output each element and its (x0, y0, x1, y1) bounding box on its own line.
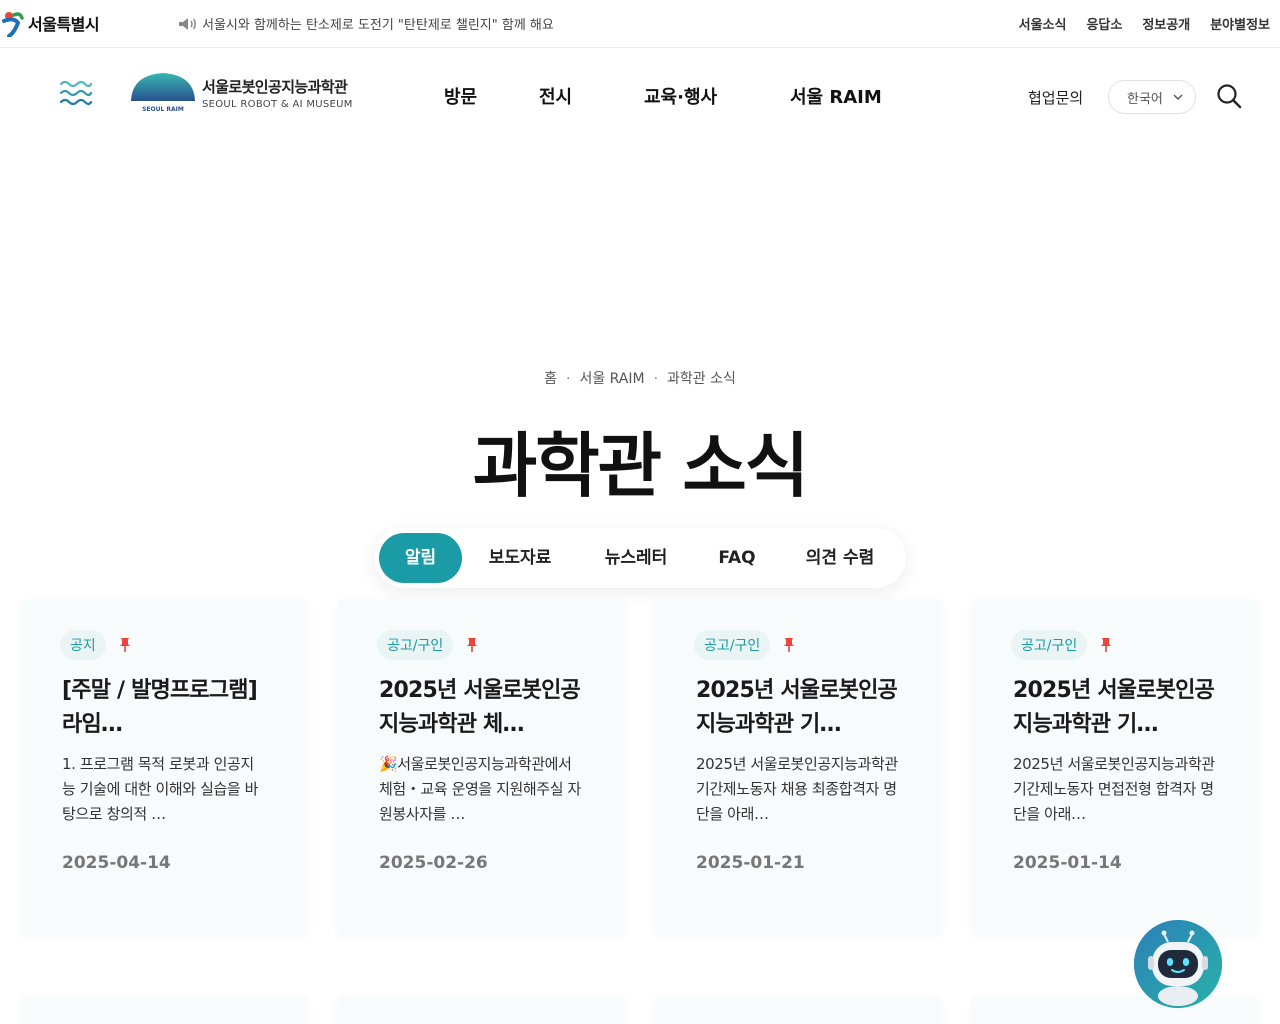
pin-icon (1101, 638, 1112, 652)
nav-seoul-raim[interactable]: 서울 RAIM (790, 83, 882, 109)
news-card[interactable]: 공고/구인 2025년 서울로봇인공지능과학관 기… 2025년 서울로봇인공지… (972, 600, 1258, 934)
util-link-info-disclosure[interactable]: 정보공개 (1142, 14, 1190, 33)
chatbot-button[interactable] (1134, 920, 1222, 1008)
nav-visit[interactable]: 방문 (444, 83, 477, 109)
news-card[interactable]: 공고/구인 2025년 서울로봇인공지능과학관 체… 🎉서울로봇인공지능과학관에… (338, 600, 624, 934)
category-badge: 공지 (60, 630, 106, 660)
tab-feedback[interactable]: 의견 수렴 (794, 533, 886, 583)
tab-press[interactable]: 보도자료 (474, 533, 566, 583)
museum-name-ko: 서울로봇인공지능과학관 (202, 78, 348, 96)
notice-banner[interactable]: 서울시와 함께하는 탄소제로 도전기 "탄탄제로 챌린지" 함께 해요 (178, 14, 554, 33)
museum-logo[interactable]: SEOUL RAIM 서울로봇인공지능과학관 SEOUL ROBOT & AI … (130, 71, 353, 115)
util-link-response[interactable]: 응답소 (1086, 14, 1122, 33)
utility-bar: 서울특별시 서울시와 함께하는 탄소제로 도전기 "탄탄제로 챌린지" 함께 해… (0, 0, 1280, 48)
partnership-inquiry-link[interactable]: 협업문의 (1028, 87, 1083, 108)
news-card[interactable] (338, 996, 624, 1024)
util-link-seoul-news[interactable]: 서울소식 (1019, 14, 1067, 33)
page-title: 과학관 소식 (472, 425, 809, 507)
tab-newsletter[interactable]: 뉴스레터 (590, 533, 682, 583)
language-select[interactable]: 한국어 (1108, 80, 1196, 114)
news-card[interactable] (655, 996, 941, 1024)
news-card[interactable]: 공지 [주말 / 발명프로그램] 라임… 1. 프로그램 목적 로봇과 인공지능… (21, 600, 307, 934)
category-tabs: 알림 보도자료 뉴스레터 FAQ 의견 수렴 (374, 528, 906, 588)
tab-faq[interactable]: FAQ (704, 533, 770, 583)
speaker-icon (179, 17, 196, 30)
main-header: SEOUL RAIM 서울로봇인공지능과학관 SEOUL ROBOT & AI … (0, 49, 1280, 141)
tab-notice[interactable]: 알림 (379, 533, 462, 583)
util-link-field-info[interactable]: 분야별정보 (1210, 14, 1270, 33)
card-title: [주말 / 발명프로그램] 라임… (62, 678, 258, 737)
seoul-logo-icon (2, 12, 24, 37)
wave-menu-icon[interactable] (60, 79, 92, 107)
utility-links: 서울소식 응답소 정보공개 분야별정보 (1019, 14, 1270, 33)
breadcrumb-seoul-raim[interactable]: 서울 RAIM (579, 371, 644, 387)
notice-text: 서울시와 함께하는 탄소제로 도전기 "탄탄제로 챌린지" 함께 해요 (202, 18, 554, 33)
card-date: 2025-01-21 (696, 853, 805, 873)
card-title: 2025년 서울로봇인공지능과학관 체… (379, 678, 581, 737)
category-badge: 공고/구인 (694, 630, 771, 660)
category-badge: 공고/구인 (1011, 630, 1088, 660)
seoul-logo-text: 서울특별시 (28, 15, 100, 34)
breadcrumb: 홈 · 서울 RAIM · 과학관 소식 (544, 371, 736, 387)
seoul-city-logo[interactable]: 서울특별시 (0, 8, 100, 38)
card-excerpt: 🎉서울로봇인공지능과학관에서 체험・교육 운영을 지원해주실 자원봉사자를 … (379, 755, 581, 823)
news-card[interactable] (21, 996, 307, 1024)
breadcrumb-home[interactable]: 홈 (544, 371, 557, 387)
nav-education-events[interactable]: 교육·행사 (644, 83, 717, 109)
card-date: 2025-02-26 (379, 853, 488, 873)
pin-icon (784, 638, 795, 652)
nav-exhibition[interactable]: 전시 (539, 83, 572, 109)
card-date: 2025-01-14 (1013, 853, 1122, 873)
card-excerpt: 2025년 서울로봇인공지능과학관 기간제노동자 채용 최종합격자 명단을 아래… (696, 755, 898, 823)
chevron-down-icon (1173, 94, 1183, 100)
dome-icon: SEOUL RAIM (131, 73, 195, 113)
card-excerpt: 2025년 서울로봇인공지능과학관 기간제노동자 면접전형 합격자 명단을 아래… (1013, 755, 1215, 823)
pin-icon (467, 638, 478, 652)
robot-icon (1134, 920, 1222, 1008)
card-date: 2025-04-14 (62, 853, 171, 873)
card-excerpt: 1. 프로그램 목적 로봇과 인공지능 기술에 대한 이해와 실습을 바탕으로 … (62, 755, 259, 823)
news-card[interactable]: 공고/구인 2025년 서울로봇인공지능과학관 기… 2025년 서울로봇인공지… (655, 600, 941, 934)
breadcrumb-current: 과학관 소식 (667, 371, 736, 387)
search-icon[interactable] (1216, 83, 1242, 109)
news-card[interactable] (972, 996, 1258, 1024)
language-value: 한국어 (1127, 91, 1163, 107)
museum-logo-mark-text: SEOUL RAIM (142, 106, 184, 113)
museum-logo-mark: SEOUL RAIM (130, 71, 196, 115)
card-title: 2025년 서울로봇인공지능과학관 기… (696, 678, 898, 737)
museum-name-en: SEOUL ROBOT & AI MUSEUM (202, 99, 353, 110)
pin-icon (119, 638, 130, 652)
category-badge: 공고/구인 (377, 630, 454, 660)
card-title: 2025년 서울로봇인공지능과학관 기… (1013, 678, 1215, 737)
